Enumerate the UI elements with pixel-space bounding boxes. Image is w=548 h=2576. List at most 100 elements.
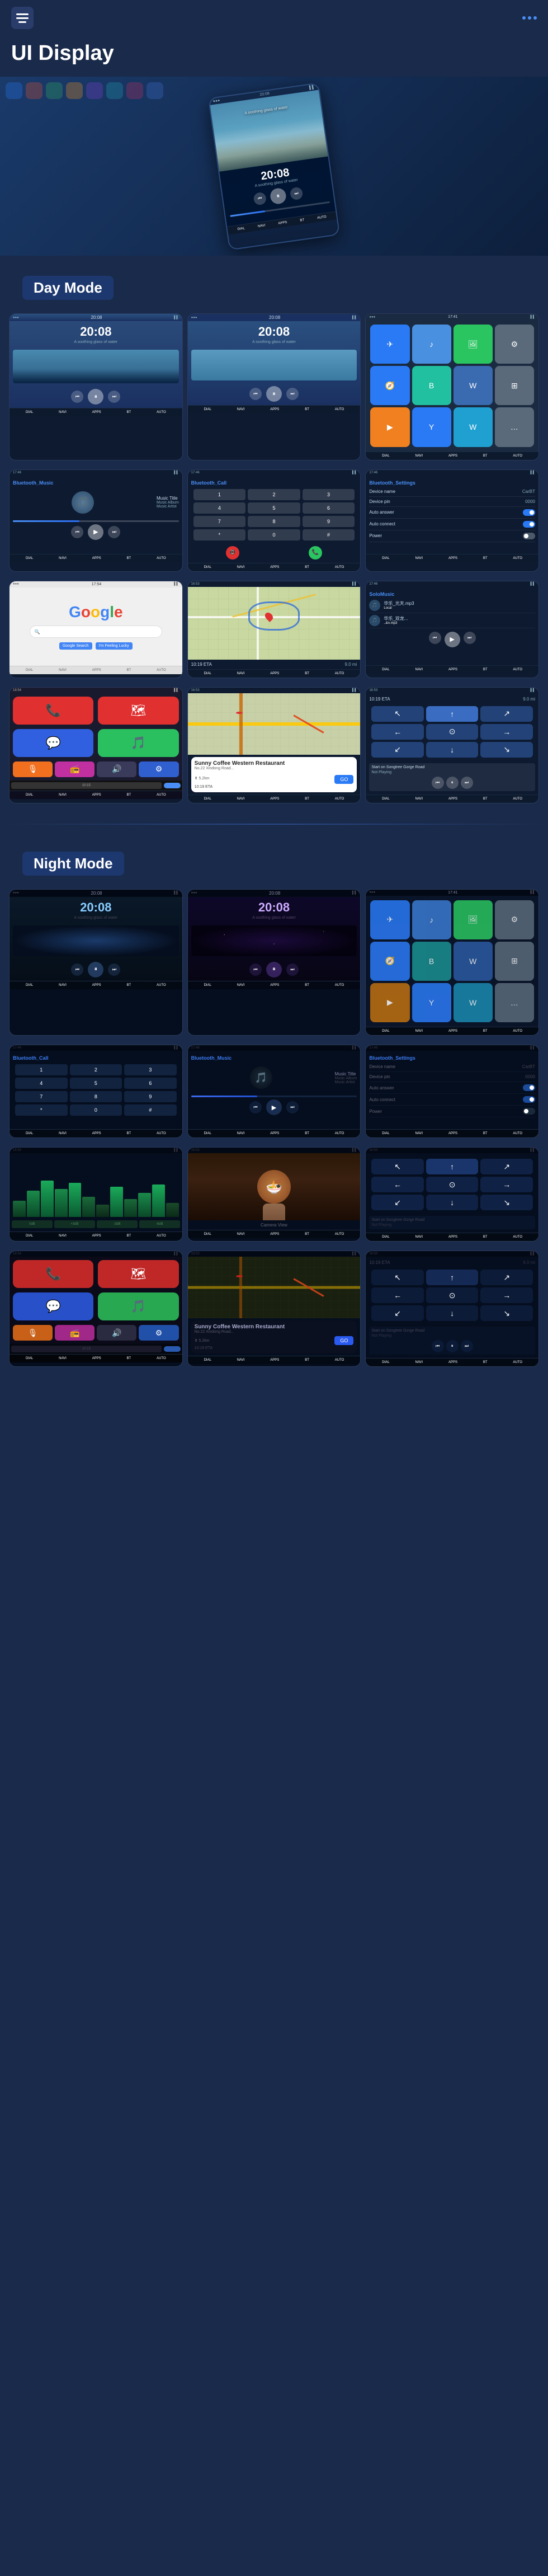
night-app-settings[interactable]: ⚙: [495, 900, 534, 939]
google-search-btn[interactable]: Google Search: [59, 642, 92, 650]
night-auto-answer-toggle[interactable]: [523, 1084, 535, 1091]
night-auto-connect-toggle[interactable]: [523, 1096, 535, 1103]
day-next-1[interactable]: ⏭: [108, 391, 120, 403]
night-go-button[interactable]: GO: [334, 1336, 353, 1345]
night-dial-9[interactable]: 9: [124, 1091, 177, 1102]
end-call-btn[interactable]: 📵: [226, 546, 239, 560]
night-nav-up[interactable]: ↑: [426, 1159, 479, 1174]
go-button[interactable]: GO: [334, 775, 353, 784]
night-prev-1[interactable]: ⏮: [71, 963, 83, 976]
auto-connect-toggle[interactable]: [523, 521, 535, 528]
day-prev-2[interactable]: ⏮: [249, 388, 262, 400]
carplay-maps-icon[interactable]: 🗺: [98, 697, 178, 725]
app-icon-extra[interactable]: ⊞: [495, 366, 534, 405]
night-carplay-phone[interactable]: 📞: [13, 1260, 93, 1288]
night-carplay-settings[interactable]: ⚙: [139, 1325, 178, 1341]
night-next-2[interactable]: ⏭: [286, 963, 299, 976]
nav-right[interactable]: →: [480, 724, 533, 740]
night-dial-hash[interactable]: #: [124, 1104, 177, 1116]
night-dial-6[interactable]: 6: [124, 1078, 177, 1089]
track-prev[interactable]: ⏮: [429, 632, 441, 644]
night2-nav-down-right[interactable]: ↘: [480, 1305, 533, 1321]
carplay-siri-icon[interactable]: 🔊: [97, 761, 136, 777]
nav-pause[interactable]: ⏸: [446, 777, 459, 789]
day-play-2[interactable]: ⏸: [266, 386, 282, 402]
carplay-phone-icon[interactable]: 📞: [13, 697, 93, 725]
day-prev-1[interactable]: ⏮: [71, 391, 83, 403]
night-dial-3[interactable]: 3: [124, 1064, 177, 1075]
bt-prev[interactable]: ⏮: [71, 526, 83, 538]
google-lucky-btn[interactable]: I'm Feeling Lucky: [96, 642, 133, 650]
night-carplay-radio[interactable]: 📻: [55, 1325, 95, 1341]
dial-hash[interactable]: #: [303, 529, 355, 540]
night-power-toggle[interactable]: [523, 1108, 535, 1115]
carplay-music-icon[interactable]: 🎵: [98, 729, 178, 757]
night-app-play[interactable]: ▶: [370, 983, 409, 1022]
night-carplay-siri[interactable]: 🔊: [97, 1325, 136, 1341]
nav-up[interactable]: ↑: [426, 706, 479, 722]
nav-prev[interactable]: ⏮: [432, 777, 444, 789]
google-search-bar[interactable]: 🔍: [30, 626, 162, 638]
nav-down-left[interactable]: ↙: [371, 742, 424, 758]
bt-play[interactable]: ▶: [88, 524, 103, 540]
night-carplay-music[interactable]: 🎵: [98, 1292, 178, 1320]
night2-nav-right[interactable]: →: [480, 1287, 533, 1303]
menu-icon[interactable]: [11, 7, 34, 29]
night-nav-pause[interactable]: ⏸: [446, 1340, 459, 1352]
night-nav-play[interactable]: ⏭: [461, 1340, 473, 1352]
night-play-1[interactable]: ⏸: [88, 962, 103, 977]
night-carplay-podcast[interactable]: 🎙: [13, 1325, 53, 1341]
auto-answer-toggle[interactable]: [523, 509, 535, 516]
dial-6[interactable]: 6: [303, 502, 355, 514]
app-icon-play[interactable]: ▶: [370, 407, 409, 446]
night-carplay-maps[interactable]: 🗺: [98, 1260, 178, 1288]
dial-2[interactable]: 2: [248, 489, 300, 500]
day-next-2[interactable]: ⏭: [286, 388, 299, 400]
night-app-photos[interactable]: 🖼: [453, 900, 493, 939]
app-icon-settings[interactable]: ⚙: [495, 325, 534, 364]
dial-7[interactable]: 7: [193, 516, 246, 527]
night-dial-0[interactable]: 0: [70, 1104, 122, 1116]
night-app-youtube[interactable]: Y: [412, 983, 451, 1022]
dial-3[interactable]: 3: [303, 489, 355, 500]
night-carplay-messages[interactable]: 💬: [13, 1292, 93, 1320]
nav-up-left[interactable]: ↖: [371, 706, 424, 722]
night-app-waze2[interactable]: W: [453, 983, 493, 1022]
dial-0[interactable]: 0: [248, 529, 300, 540]
carplay-radio-icon[interactable]: 📻: [55, 761, 95, 777]
night-bt-next[interactable]: ⏭: [286, 1101, 299, 1113]
nav-down[interactable]: ↓: [426, 742, 479, 758]
dial-9[interactable]: 9: [303, 516, 355, 527]
night-app-extra[interactable]: ⊞: [495, 942, 534, 981]
night-app-nav[interactable]: 🧭: [370, 942, 409, 981]
night-prev-2[interactable]: ⏮: [249, 963, 262, 976]
dial-8[interactable]: 8: [248, 516, 300, 527]
nav-center[interactable]: ⊙: [426, 724, 479, 740]
night-nav-left[interactable]: ←: [371, 1177, 424, 1192]
night-nav-up-right[interactable]: ↗: [480, 1159, 533, 1174]
night2-nav-up-right[interactable]: ↗: [480, 1270, 533, 1285]
answer-call-btn[interactable]: 📞: [309, 546, 322, 560]
app-icon-photos[interactable]: 🖼: [453, 325, 493, 364]
night-nav-down-left[interactable]: ↙: [371, 1195, 424, 1210]
night-app-bt[interactable]: B: [412, 942, 451, 981]
dial-1[interactable]: 1: [193, 489, 246, 500]
app-icon-more[interactable]: …: [495, 407, 534, 446]
night2-nav-up-left[interactable]: ↖: [371, 1270, 424, 1285]
dial-star[interactable]: *: [193, 529, 246, 540]
night2-nav-left[interactable]: ←: [371, 1287, 424, 1303]
night-nav-down[interactable]: ↓: [426, 1195, 479, 1210]
night-app-more[interactable]: …: [495, 983, 534, 1022]
night2-nav-down[interactable]: ↓: [426, 1305, 479, 1321]
nav-down-right[interactable]: ↘: [480, 742, 533, 758]
power-toggle[interactable]: [523, 533, 535, 539]
next-btn[interactable]: ⏭: [290, 186, 304, 200]
nav-up-right[interactable]: ↗: [480, 706, 533, 722]
nav-play2[interactable]: ⏭: [461, 777, 473, 789]
night-app-music[interactable]: ♪: [412, 900, 451, 939]
night-bt-play[interactable]: ▶: [266, 1099, 282, 1115]
night-dial-1[interactable]: 1: [15, 1064, 68, 1075]
night-dial-star[interactable]: *: [15, 1104, 68, 1116]
night2-nav-up[interactable]: ↑: [426, 1270, 479, 1285]
app-icon-youtube[interactable]: Y: [412, 407, 451, 446]
